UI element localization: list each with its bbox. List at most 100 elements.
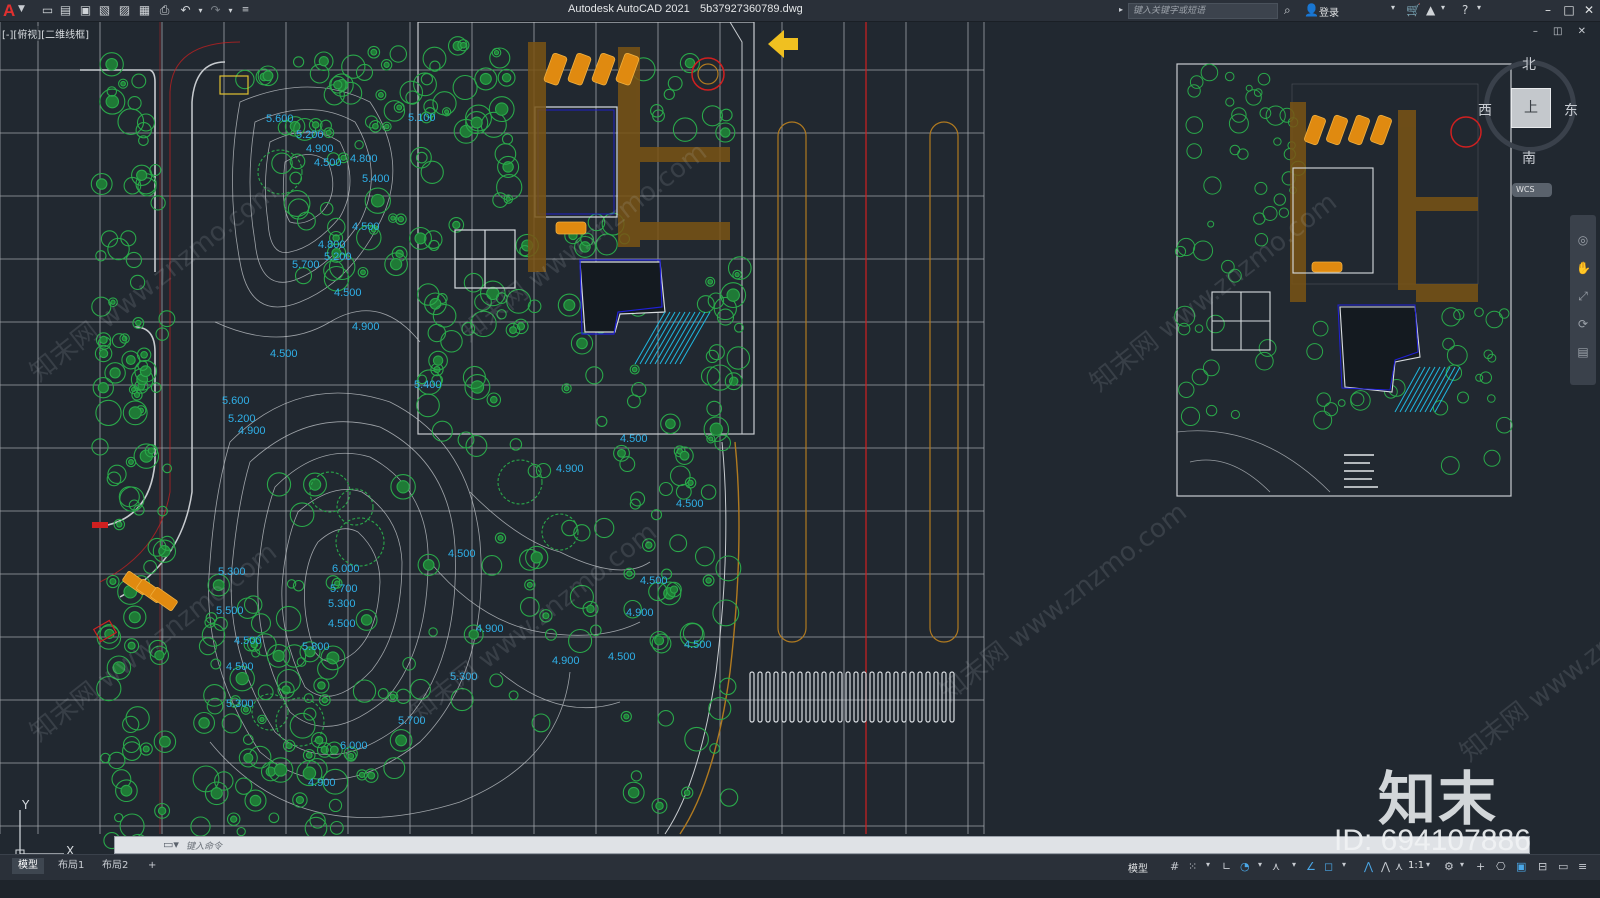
search-icon[interactable]: ⌕: [1284, 3, 1291, 18]
tab-model[interactable]: 模型: [12, 858, 44, 874]
open-from-web-icon[interactable]: ▨: [117, 3, 132, 18]
tree-symbol: [150, 382, 162, 393]
units-icon[interactable]: ⎔: [1496, 860, 1506, 873]
login-label[interactable]: 登录: [1319, 4, 1339, 19]
tree-symbol: [489, 673, 504, 688]
polar-dropdown-icon[interactable]: ▾: [1258, 860, 1262, 869]
autodesk-store-icon[interactable]: 🛒: [1406, 3, 1421, 17]
command-input[interactable]: 键入命令: [186, 839, 222, 852]
tree-symbol: [122, 741, 142, 761]
close-button[interactable]: ✕: [1580, 2, 1598, 18]
zoom-extents-icon[interactable]: ⤢: [1576, 289, 1590, 303]
maximize-button[interactable]: □: [1560, 2, 1578, 18]
tree-symbol: [494, 143, 517, 165]
grid-icon[interactable]: #: [1170, 860, 1179, 873]
tree-symbol: [1441, 307, 1461, 327]
a360-dropdown-icon[interactable]: ▾: [1441, 3, 1445, 12]
search-input[interactable]: 键入关键字或短语: [1128, 3, 1278, 19]
compass-south[interactable]: 南: [1522, 148, 1536, 168]
auto-scale-icon[interactable]: ⋀: [1381, 860, 1390, 873]
new-icon[interactable]: ▭: [40, 3, 55, 18]
tree-symbol: [105, 94, 120, 109]
minimize-button[interactable]: –: [1539, 2, 1557, 18]
scale-dropdown-icon[interactable]: ▾: [1426, 860, 1430, 869]
site-plan-drawing[interactable]: 5.6005.2004.9004.500 4.8005.4004.5004.800…: [0, 22, 1600, 854]
app-menu-caret-icon[interactable]: ▼: [18, 4, 25, 14]
search-expand-icon[interactable]: ▸: [1119, 5, 1123, 14]
save-to-web-icon[interactable]: ▦: [137, 3, 152, 18]
crosswalk-stripe: [917, 671, 923, 723]
autodesk-a360-icon[interactable]: ▲: [1426, 3, 1435, 17]
annotation-monitor-icon[interactable]: +: [1476, 860, 1485, 873]
tree-symbol: [508, 690, 519, 701]
help-dropdown-icon[interactable]: ▾: [1477, 3, 1481, 12]
command-prompt-icon[interactable]: ▭▾: [163, 838, 179, 851]
annotation-scale-icon[interactable]: ⋏: [1395, 860, 1403, 873]
pool-hatch: [1394, 366, 1421, 413]
isometric-icon[interactable]: ⋏: [1272, 860, 1280, 873]
isolate-objects-icon[interactable]: ⊟: [1538, 860, 1547, 873]
annotation-visibility-icon[interactable]: ⋀: [1364, 860, 1373, 873]
steering-wheel-icon[interactable]: ◎: [1576, 233, 1590, 247]
tree-symbol: [198, 717, 210, 729]
hardware-acceleration-icon[interactable]: ▣: [1516, 860, 1526, 873]
tree-symbol: [684, 726, 709, 752]
command-line[interactable]: [114, 836, 1530, 854]
tree-symbol: [236, 826, 246, 837]
login-dropdown-icon[interactable]: ▾: [1391, 3, 1395, 12]
drawing-viewport[interactable]: 5.600 5.200 4.900 4.500 4.800 5.400 4.500 4.800…: [0, 22, 1600, 854]
tree-symbol: [396, 480, 410, 494]
object-snap-icon[interactable]: ◻: [1324, 860, 1333, 873]
autocad-logo-icon[interactable]: A: [3, 1, 15, 21]
model-space-button[interactable]: 模型: [1128, 860, 1148, 875]
object-snap-tracking-icon[interactable]: ∠: [1306, 860, 1316, 873]
plot-icon[interactable]: ⎙: [157, 3, 172, 18]
tree-symbol: [107, 464, 127, 484]
object-snap-dropdown-icon[interactable]: ▾: [1342, 860, 1346, 869]
ortho-icon[interactable]: ∟: [1222, 860, 1231, 873]
user-icon[interactable]: 👤: [1304, 3, 1319, 17]
customize-toolbar-icon[interactable]: ≡: [238, 3, 253, 18]
undo-icon[interactable]: ↶: [178, 3, 193, 18]
car-symbol: [555, 221, 587, 235]
tab-layout1[interactable]: 布局1: [52, 858, 90, 874]
open-icon[interactable]: ▤: [58, 3, 73, 18]
redo-dropdown-icon[interactable]: ▾: [223, 3, 238, 18]
customization-menu-icon[interactable]: ≡: [1578, 860, 1587, 873]
add-layout-icon[interactable]: +: [142, 858, 162, 874]
annotation-scale-value[interactable]: 1:1: [1408, 860, 1424, 871]
polar-tracking-icon[interactable]: ◔: [1240, 860, 1250, 873]
clean-screen-icon[interactable]: ▭: [1558, 860, 1568, 873]
compass-west[interactable]: 西: [1478, 100, 1492, 120]
showmotion-icon[interactable]: ▤: [1576, 345, 1590, 359]
tree-symbol: [1474, 307, 1484, 318]
pan-icon[interactable]: ✋: [1576, 261, 1591, 275]
save-icon[interactable]: ▣: [78, 3, 93, 18]
ucs-y-label: Y: [22, 798, 30, 812]
tree-symbol: [422, 46, 447, 71]
viewcube[interactable]: 上 北 南 东 西: [1478, 38, 1578, 167]
compass-east[interactable]: 东: [1564, 100, 1578, 120]
workspace-gear-icon[interactable]: ⚙: [1444, 860, 1454, 873]
redo-icon[interactable]: ↷: [208, 3, 223, 18]
undo-dropdown-icon[interactable]: ▾: [193, 3, 208, 18]
compass-north[interactable]: 北: [1522, 54, 1536, 74]
viewport-window-controls-icon[interactable]: – ◫ ✕: [1533, 26, 1592, 37]
snap-icon[interactable]: ⁙: [1188, 860, 1197, 873]
viewport-controls-label[interactable]: [-][俯视][二维线框]: [2, 26, 90, 41]
orbit-icon[interactable]: ⟳: [1576, 317, 1590, 331]
viewcube-top-face[interactable]: 上: [1511, 88, 1551, 128]
snap-dropdown-icon[interactable]: ▾: [1206, 860, 1210, 869]
isometric-dropdown-icon[interactable]: ▾: [1292, 860, 1296, 869]
tree-symbol: [190, 816, 211, 837]
elevation-label: 4.800: [318, 239, 346, 251]
tab-layout2[interactable]: 布局2: [96, 858, 134, 874]
help-icon[interactable]: ?: [1462, 3, 1468, 17]
tree-symbol: [428, 627, 438, 637]
wcs-menu[interactable]: WCS: [1512, 183, 1552, 197]
tree-symbol: [147, 447, 155, 455]
workspace-dropdown-icon[interactable]: ▾: [1460, 860, 1464, 869]
crosswalk-stripe: [773, 671, 779, 723]
pool-hatch: [1404, 366, 1431, 413]
save-as-icon[interactable]: ▧: [97, 3, 112, 18]
